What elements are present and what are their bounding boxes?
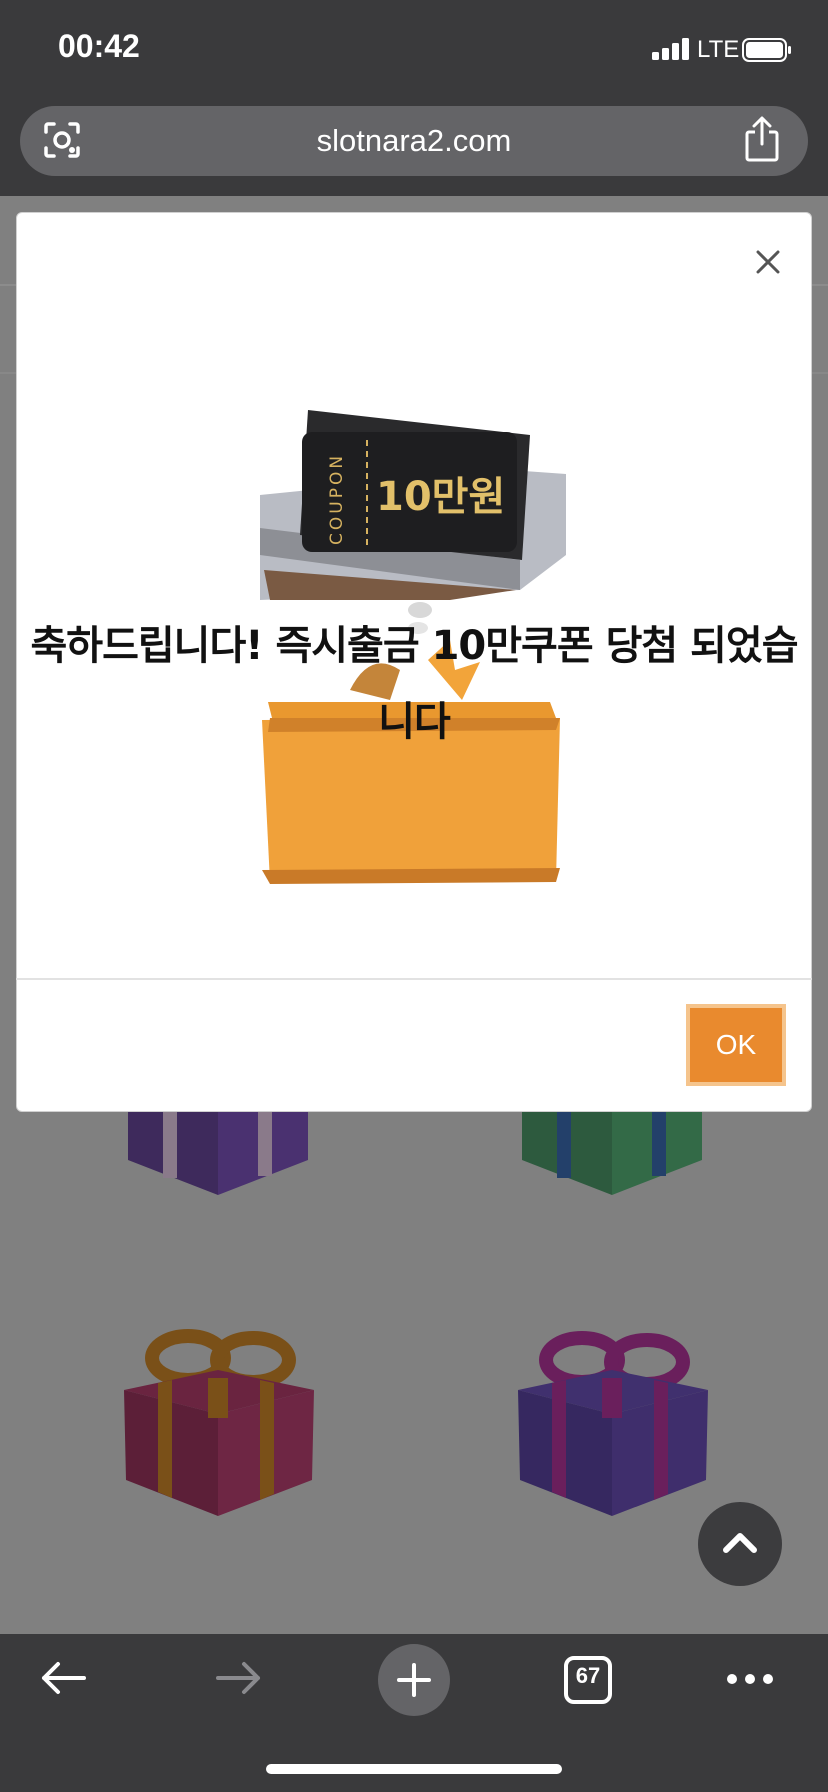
ok-button[interactable]: OK	[686, 1004, 786, 1086]
chevron-up-icon	[723, 1533, 757, 1553]
forward-arrow-icon[interactable]	[214, 1660, 264, 1696]
more-icon[interactable]	[726, 1672, 774, 1686]
purple-gift[interactable]	[512, 1328, 712, 1518]
red-gift[interactable]	[118, 1328, 318, 1518]
plus-icon	[397, 1663, 431, 1697]
green-gift[interactable]	[522, 1100, 702, 1195]
share-icon[interactable]	[742, 116, 782, 162]
tab-count: 67	[575, 1663, 601, 1688]
network-label: LTE	[697, 36, 740, 63]
purple-gift[interactable]	[128, 1100, 308, 1195]
modal-footer-divider	[16, 978, 812, 980]
url-text[interactable]: slotnara2.com	[0, 106, 828, 176]
status-time: 00:42	[58, 28, 140, 64]
coupon-label: COUPON	[327, 453, 347, 545]
lens-icon[interactable]	[42, 120, 82, 160]
modal-message: 축하드립니다! 즉시출금 10만쿠폰 당첨 되었습니다	[30, 623, 798, 745]
coupon-value: 10만원	[376, 474, 505, 520]
close-icon[interactable]	[752, 246, 784, 278]
back-arrow-icon[interactable]	[38, 1660, 88, 1696]
battery-icon	[742, 38, 791, 62]
home-indicator	[266, 1764, 562, 1774]
signal-icon	[652, 38, 689, 60]
